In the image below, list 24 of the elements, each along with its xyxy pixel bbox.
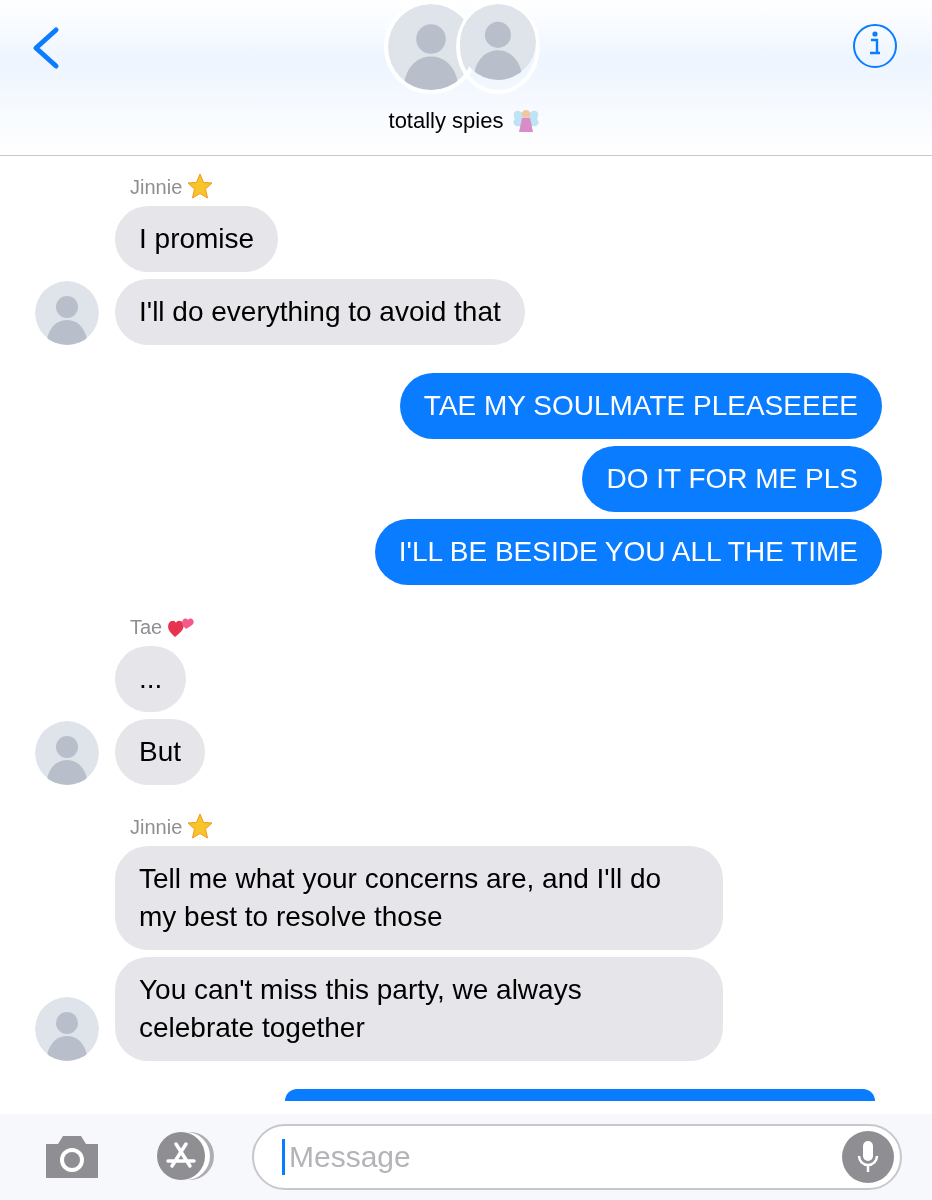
microphone-button[interactable] bbox=[842, 1131, 894, 1183]
message-field[interactable]: Message bbox=[252, 1124, 902, 1190]
message-bubble: I promise bbox=[115, 206, 279, 272]
message-bubble: But bbox=[115, 719, 206, 785]
message-bubble: You can't miss this party, we always celebrate together bbox=[115, 957, 723, 1061]
conversation-title: totally spies bbox=[388, 108, 504, 134]
microphone-icon bbox=[857, 1140, 879, 1174]
message-bubble: ... bbox=[115, 646, 187, 712]
message-bubble: Tell me what your concerns are, and I'll do my best to resolve those bbox=[115, 846, 723, 950]
text-cursor bbox=[282, 1139, 285, 1175]
avatar bbox=[35, 997, 99, 1061]
info-button[interactable] bbox=[853, 24, 897, 68]
info-icon bbox=[869, 30, 881, 56]
star-icon bbox=[186, 173, 215, 201]
avatar bbox=[35, 721, 99, 785]
sender-name: Tae bbox=[130, 615, 163, 639]
avatar bbox=[35, 281, 99, 345]
message-bubble: I'll do everything to avoid that bbox=[115, 279, 525, 345]
message-bubble: DO IT FOR ME PLS bbox=[582, 446, 882, 512]
message-bubble: I'LL BE BESIDE YOU ALL THE TIME bbox=[374, 519, 882, 585]
sender-name: Jinnie bbox=[130, 815, 183, 839]
message-bubble: TAE MY SOULMATE PLEASEEEE bbox=[399, 373, 882, 439]
star-icon bbox=[186, 813, 215, 841]
sender-name: Jinnie bbox=[130, 175, 183, 199]
